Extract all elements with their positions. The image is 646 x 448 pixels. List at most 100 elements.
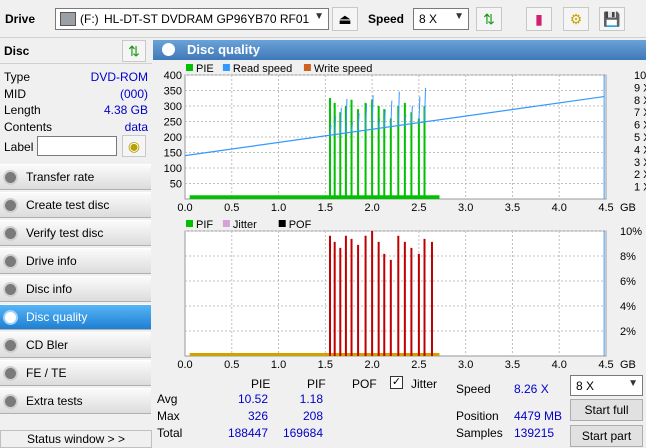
stats-row-label: Max [157,409,180,423]
drive-icon [60,12,76,26]
y2-tick-label: 6 X [634,120,646,132]
sidebar: Disc ⇅ Type DVD-ROM MID (000) Length 4.38 GB C… [0,38,152,448]
speed-select-value: 8 X [419,12,438,26]
y2-tick-label: 4% [620,301,636,313]
x-tick-label: 3.0 [458,359,473,371]
status-window-button[interactable]: Status window > > [0,430,152,448]
x-tick-label: 1.0 [271,202,286,214]
stats-pif-value: 1.18 [299,392,323,406]
start-full-button[interactable]: Start full [570,399,643,421]
nav-item-label: Transfer rate [26,170,95,184]
nav-item-fe-te[interactable]: FE / TE [0,360,151,386]
label-input[interactable] [37,136,117,156]
x-tick-label: 4.5 [598,359,613,371]
nav-item-extra-tests[interactable]: Extra tests [0,388,151,414]
chevron-down-icon: ▼ [628,378,638,389]
top-toolbar: Drive (F:) HL-DT-ST DVDRAM GP96YB70 RF01… [0,0,646,38]
y2-tick-label: 3 X [634,157,646,169]
charts: PIE Read speed Write speed 0.0 0.5 1.0 1.5 2.0 2… [164,63,646,371]
plot-area [184,230,607,357]
nav-item-label: Drive info [26,254,77,268]
stats-col-pof: POF [352,377,377,391]
x-unit-label: GB [620,359,636,371]
legend-swatch-write-speed [303,64,311,71]
x-unit-label: GB [620,202,636,214]
start-part-label: Start part [581,429,632,443]
y-tick-label: 400 [164,70,182,82]
refresh-icon: ⇅ [483,11,495,27]
x-tick-label: 4.5 [598,202,613,214]
eject-icon: ⏏ [338,11,352,27]
test-speed-select[interactable]: 8 X ▼ [570,375,643,396]
speed-stat-label: Speed [456,382,491,396]
speed-stat-value: 8.26 X [514,382,549,396]
start-part-button[interactable]: Start part [570,425,643,447]
drive-select[interactable]: (F:) HL-DT-ST DVDRAM GP96YB70 RF01 ▼ [55,8,329,30]
disc-info-value: 4.38 GB [103,103,148,117]
stats-pif-value: 208 [302,409,323,423]
x-tick-label: 0.5 [224,359,239,371]
nav-item-transfer-rate[interactable]: Transfer rate [0,164,151,190]
label-apply-button[interactable]: ◉ [122,135,146,157]
x-tick-label: 0.0 [177,202,192,214]
samples-label: Samples [456,426,503,440]
disc-quality-icon [162,43,175,56]
floppy-icon: 💾 [603,11,621,27]
stats-pie-value: 188447 [227,426,268,440]
y2-tick-label: 7 X [634,107,646,119]
stats-col-pif: PIF [307,377,326,391]
nav-item-label: Verify test disc [26,226,104,240]
settings-button[interactable]: ⚙ [563,7,589,31]
legend-swatch-pie [186,64,193,71]
y-tick-label: 250 [164,117,182,129]
pif-baseline [189,353,440,356]
start-full-label: Start full [584,403,629,417]
y2-tick-label: 4 X [634,144,646,156]
stats-pif-value: 169684 [282,426,323,440]
refresh-button[interactable]: ⇅ [476,7,502,31]
y2-tick-label: 2% [620,326,636,338]
save-button[interactable]: 💾 [599,7,625,31]
y2-tick-label: 10 X [634,70,646,82]
x-tick-label: 2.5 [411,359,426,371]
x-tick-label: 4.0 [552,359,567,371]
drive-name: HL-DT-ST DVDRAM GP96YB70 RF01 [104,12,310,26]
nav-item-disc-quality[interactable]: Disc quality [0,304,151,330]
nav-item-create-test-disc[interactable]: Create test disc [0,192,151,218]
disc-info-row: MID (000) [4,87,148,103]
y2-tick-label: 9 X [634,82,646,94]
legend-label: PIE [196,63,214,75]
disc-info-row: Type DVD-ROM [4,70,148,86]
position-value: 4479 MB [514,409,563,423]
legend-label: Jitter [233,219,257,231]
legend-label: POF [289,219,312,231]
nav-item-label: Extra tests [26,394,83,408]
jitter-checkbox[interactable]: ✓ [390,376,403,389]
panel-title: Disc quality [187,42,260,57]
nav-item-verify-test-disc[interactable]: Verify test disc [0,220,151,246]
samples-value: 139215 [514,426,555,440]
x-tick-label: 3.0 [458,202,473,214]
disc-info-value: (000) [119,86,148,101]
refresh-icon: ⇅ [128,43,140,59]
nav-item-disc-info[interactable]: Disc info [0,276,151,302]
disc-icon: ◉ [127,138,141,154]
y2-tick-label: 8% [620,251,636,263]
stats-col-pie: PIE [251,377,271,391]
gear-icon: ⚙ [569,11,583,27]
chevron-down-icon: ▼ [314,11,324,22]
nav-item-cd-bler[interactable]: CD Bler [0,332,151,358]
nav-item-drive-info[interactable]: Drive info [0,248,151,274]
legend-label: PIF [196,219,213,231]
eject-button[interactable]: ⏏ [332,7,358,31]
x-tick-label: 3.5 [505,202,520,214]
drive-letter: (F:) [80,12,99,26]
erase-button[interactable]: ▮ [526,7,552,31]
y-tick-label: 300 [164,101,182,113]
disc-icon [3,310,18,325]
speed-select[interactable]: 8 X ▼ [413,8,469,30]
disc-icon [3,254,18,269]
disc-info-key: MID [4,86,26,101]
legend-label: Write speed [314,63,373,75]
disc-refresh-button[interactable]: ⇅ [122,40,146,62]
